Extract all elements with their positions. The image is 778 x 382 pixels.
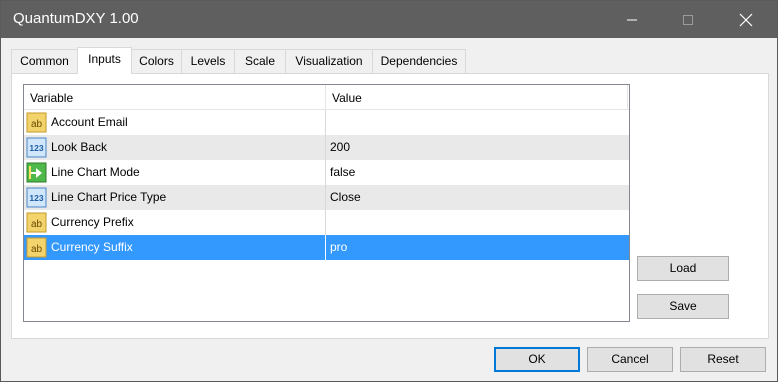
variable-value[interactable]: 200 xyxy=(330,135,350,160)
tab-common[interactable]: Common xyxy=(11,49,78,73)
table-row[interactable]: 123 Line Chart Price Type Close xyxy=(24,185,629,210)
variable-name: Currency Suffix xyxy=(51,240,133,254)
grid-header: Variable Value xyxy=(24,85,629,110)
variable-name: Line Chart Mode xyxy=(51,165,140,179)
table-row[interactable]: ab Account Email xyxy=(24,110,629,135)
table-row[interactable]: ab Currency Suffix pro xyxy=(24,235,629,260)
cell-divider xyxy=(325,135,326,160)
inputs-panel: Variable Value ab Account Email 123 Look… xyxy=(11,73,769,339)
tab-levels[interactable]: Levels xyxy=(181,49,235,73)
window-title: QuantumDXY 1.00 xyxy=(13,10,139,27)
close-button[interactable] xyxy=(723,1,769,38)
maximize-icon xyxy=(683,14,693,25)
integer-123-icon: 123 xyxy=(26,187,47,208)
svg-text:123: 123 xyxy=(29,193,43,203)
tab-visualization[interactable]: Visualization xyxy=(285,49,373,73)
integer-123-icon: 123 xyxy=(26,137,47,158)
cell-divider xyxy=(325,110,326,135)
variable-value[interactable]: Close xyxy=(330,185,361,210)
cell-divider xyxy=(325,160,326,185)
minimize-icon xyxy=(627,19,637,20)
title-bar[interactable]: QuantumDXY 1.00 xyxy=(1,1,777,38)
dialog-window: QuantumDXY 1.00 Common Inputs Colors Lev… xyxy=(0,0,778,382)
string-ab-icon: ab xyxy=(26,212,47,233)
table-row[interactable]: 123 Look Back 200 xyxy=(24,135,629,160)
svg-text:123: 123 xyxy=(29,143,43,153)
column-divider[interactable] xyxy=(627,85,628,110)
tab-colors[interactable]: Colors xyxy=(131,49,182,73)
table-row[interactable]: Line Chart Mode false xyxy=(24,160,629,185)
variable-value[interactable]: pro xyxy=(330,235,347,260)
variable-name: Look Back xyxy=(51,140,108,154)
tab-scale[interactable]: Scale xyxy=(234,49,286,73)
close-icon xyxy=(739,13,753,26)
svg-text:ab: ab xyxy=(31,244,43,255)
cell-divider xyxy=(325,210,326,235)
variable-name: Account Email xyxy=(51,115,128,129)
variable-name: Currency Prefix xyxy=(51,215,134,229)
boolean-icon xyxy=(26,162,47,183)
reset-button[interactable]: Reset xyxy=(680,347,766,372)
column-header-value[interactable]: Value xyxy=(326,85,626,110)
cell-divider xyxy=(325,235,326,260)
tab-inputs[interactable]: Inputs xyxy=(77,47,132,74)
svg-text:ab: ab xyxy=(31,119,43,130)
minimize-button[interactable] xyxy=(609,1,655,38)
inputs-grid[interactable]: Variable Value ab Account Email 123 Look… xyxy=(23,84,630,322)
cancel-button[interactable]: Cancel xyxy=(587,347,673,372)
ok-button[interactable]: OK xyxy=(494,347,580,372)
column-header-variable[interactable]: Variable xyxy=(24,85,325,110)
string-ab-icon: ab xyxy=(26,237,47,258)
cell-divider xyxy=(325,185,326,210)
load-button[interactable]: Load xyxy=(637,256,729,281)
variable-value[interactable]: false xyxy=(330,160,355,185)
variable-name: Line Chart Price Type xyxy=(51,190,167,204)
string-ab-icon: ab xyxy=(26,112,47,133)
table-row[interactable]: ab Currency Prefix xyxy=(24,210,629,235)
svg-text:ab: ab xyxy=(31,219,43,230)
save-button[interactable]: Save xyxy=(637,294,729,319)
maximize-button[interactable] xyxy=(665,1,711,38)
tab-dependencies[interactable]: Dependencies xyxy=(372,49,466,73)
